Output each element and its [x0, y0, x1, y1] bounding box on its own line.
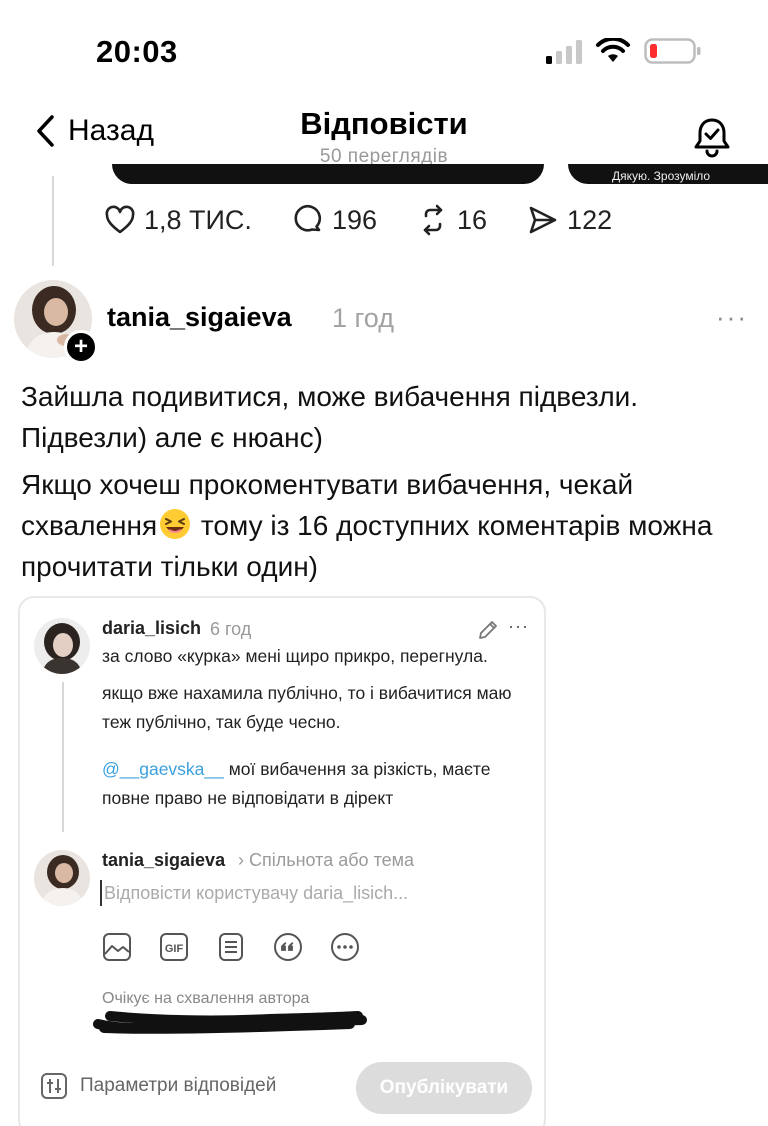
laughing-emoji-icon — [160, 509, 191, 539]
follow-button[interactable]: + — [64, 330, 98, 364]
comment-username[interactable]: daria_lisich — [102, 618, 201, 639]
cellular-signal-icon — [546, 40, 582, 64]
comment-icon — [294, 204, 321, 232]
repost-icon — [423, 204, 443, 236]
reply-options-button[interactable]: Параметри відповідей — [40, 1072, 276, 1100]
post-text: Зайшла подивитися, може вибачення підвез… — [21, 376, 756, 587]
comment-line: якщо вже нахамила публічно, то і вибачит… — [102, 683, 512, 732]
repost-count: 16 — [457, 204, 488, 235]
like-button[interactable]: 1,8 ТИС. — [104, 204, 252, 236]
avatar-photo — [34, 850, 90, 906]
thread-line — [62, 682, 64, 832]
comment-count: 196 — [331, 204, 377, 235]
status-time: 20:03 — [96, 34, 178, 69]
comment-button[interactable]: 196 — [292, 204, 377, 236]
share-button[interactable]: 122 — [527, 204, 612, 236]
pencil-icon[interactable] — [476, 618, 500, 642]
embedded-screenshot: daria_lisich 6 год ··· за слово «курка» … — [18, 596, 546, 1126]
post-username[interactable]: tania_sigaieva — [107, 302, 292, 333]
post-actions: 1,8 ТИС. 196 16 122 — [104, 204, 652, 236]
media-caption: Дякую. Зрозуміло — [612, 169, 711, 183]
redaction-scribble — [93, 1011, 367, 1034]
bell-check-icon[interactable] — [692, 116, 732, 158]
reply-avatar — [34, 850, 90, 906]
like-count: 1,8 ТИС. — [144, 204, 252, 235]
composer-toolbar: GIF — [102, 932, 360, 962]
avatar-photo — [34, 618, 90, 674]
comment-time: 6 год — [210, 619, 252, 639]
more-circle-icon[interactable] — [330, 932, 360, 962]
comment-avatar — [34, 618, 90, 674]
mention-link[interactable]: @__gaevska__ — [102, 759, 224, 779]
post-more-button[interactable]: ··· — [716, 302, 748, 333]
post-paragraph: Якщо хочеш прокоментувати вибачення, чек… — [21, 464, 756, 587]
community-picker[interactable]: › Спільнота або тема — [238, 850, 414, 871]
thread-line — [52, 176, 54, 266]
sliders-icon — [41, 1073, 67, 1099]
reply-input[interactable] — [100, 880, 520, 906]
comment-line: за слово «курка» мені щиро прикро, перег… — [102, 646, 488, 666]
post-time: 1 год — [332, 303, 394, 333]
image-icon[interactable] — [102, 932, 132, 962]
repost-button[interactable]: 16 — [417, 204, 487, 236]
reply-options-label: Параметри відповідей — [80, 1075, 277, 1096]
list-icon[interactable] — [216, 932, 246, 962]
wifi-icon — [596, 38, 630, 62]
comment-body: за слово «курка» мені щиро прикро, перег… — [102, 642, 532, 813]
status-bar: 20:03 — [0, 0, 768, 100]
comment-more-button[interactable]: ··· — [508, 616, 529, 637]
publish-button[interactable]: Опублікувати — [356, 1062, 532, 1114]
quote-icon[interactable] — [273, 932, 303, 962]
post-paragraph: Зайшла подивитися, може вибачення підвез… — [21, 381, 639, 453]
page-title: Відповісти — [300, 106, 468, 141]
send-icon — [529, 206, 557, 234]
comment-line: @__gaevska__ мої вибачення за різкість, … — [102, 755, 532, 813]
svg-text:GIF: GIF — [165, 943, 184, 955]
share-count: 122 — [567, 204, 613, 235]
heart-icon — [105, 205, 135, 234]
battery-icon — [644, 38, 701, 64]
reply-username: tania_sigaieva — [102, 850, 226, 870]
gif-icon[interactable]: GIF — [159, 932, 189, 962]
previous-media-card[interactable] — [112, 164, 544, 184]
